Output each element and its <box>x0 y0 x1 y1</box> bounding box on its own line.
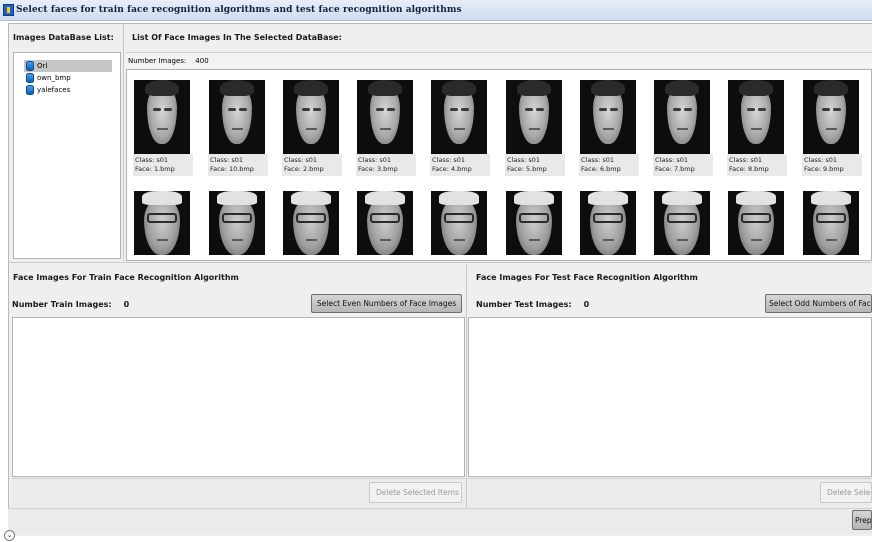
database-icon <box>26 85 34 95</box>
train-images-list[interactable] <box>12 317 465 477</box>
face-tile[interactable] <box>798 184 862 260</box>
image-count-bar: Number Images: 400 <box>126 52 872 68</box>
face-caption: Class: s01 Face: 10.bmp <box>208 154 268 176</box>
test-count-row: Number Test Images: 0 <box>476 292 589 316</box>
face-thumbnail <box>506 191 562 255</box>
faces-list-header: List Of Face Images In The Selected Data… <box>132 32 342 42</box>
face-thumbnail <box>134 191 190 255</box>
test-footer <box>468 478 872 508</box>
face-thumbnail <box>728 191 784 255</box>
db-item-label: yalefaces <box>37 86 71 94</box>
face-thumbnail <box>209 191 265 255</box>
face-thumbnail <box>580 191 636 255</box>
prep-button[interactable]: Prep <box>852 510 872 530</box>
app-icon <box>3 4 14 16</box>
face-tile[interactable] <box>278 184 342 260</box>
window-title-bar: Select faces for train face recognition … <box>0 0 872 21</box>
face-thumbnail <box>283 80 339 154</box>
face-tile[interactable]: Class: s01 Face: 5.bmp <box>501 70 565 180</box>
face-caption: Class: s01 Face: 3.bmp <box>356 154 416 176</box>
face-tile[interactable]: Class: s01 Face: 2.bmp <box>278 70 342 180</box>
face-thumbnail <box>654 191 710 255</box>
face-tile[interactable] <box>575 184 639 260</box>
face-caption: Class: s01 Face: 2.bmp <box>282 154 342 176</box>
window-title: Select faces for train face recognition … <box>16 5 462 15</box>
database-icon <box>26 61 34 71</box>
db-item-label: own_bmp <box>37 74 71 82</box>
face-thumbnail <box>431 80 487 154</box>
face-caption: Class: s01 Face: 5.bmp <box>505 154 565 176</box>
face-tile[interactable]: Class: s01 Face: 9.bmp <box>798 70 862 180</box>
panel-divider <box>123 24 124 261</box>
section-divider <box>8 262 872 263</box>
face-thumbnail <box>728 80 784 154</box>
test-count-label: Number Test Images: <box>476 299 572 309</box>
face-tile[interactable]: Class: s01 Face: 8.bmp <box>723 70 787 180</box>
delete-train-selected-button[interactable]: Delete Selected Items <box>369 482 462 503</box>
db-list-header: Images DataBase List: <box>13 32 114 42</box>
face-tile[interactable] <box>723 184 787 260</box>
db-item-orl[interactable]: Orl <box>24 60 112 72</box>
face-tile[interactable]: Class: s01 Face: 7.bmp <box>649 70 713 180</box>
face-caption: Class: s01 Face: 9.bmp <box>802 154 862 176</box>
image-count-label: Number Images: <box>128 56 187 65</box>
face-caption: Class: s01 Face: 1.bmp <box>133 154 193 176</box>
face-thumbnail <box>580 80 636 154</box>
face-tile[interactable]: Class: s01 Face: 6.bmp <box>575 70 639 180</box>
face-tile[interactable] <box>649 184 713 260</box>
test-panel-title: Face Images For Test Face Recognition Al… <box>476 272 698 282</box>
face-caption: Class: s01 Face: 6.bmp <box>579 154 639 176</box>
face-thumbnail <box>357 191 413 255</box>
face-tile[interactable]: Class: s01 Face: 10.bmp <box>204 70 268 180</box>
train-count-row: Number Train Images: 0 <box>12 292 129 316</box>
face-thumbnail <box>654 80 710 154</box>
face-tile[interactable] <box>204 184 268 260</box>
face-thumbnail <box>506 80 562 154</box>
select-odd-button[interactable]: Select Odd Numbers of Fac <box>765 294 872 313</box>
face-thumbnail <box>134 80 190 154</box>
face-caption: Class: s01 Face: 4.bmp <box>430 154 490 176</box>
face-tile[interactable] <box>352 184 416 260</box>
face-caption: Class: s01 Face: 7.bmp <box>653 154 713 176</box>
face-thumbnail <box>431 191 487 255</box>
face-thumbnail <box>283 191 339 255</box>
bottom-toolbar <box>8 508 872 534</box>
db-list[interactable]: Orl own_bmp yalefaces <box>13 52 121 259</box>
face-thumbnail <box>209 80 265 154</box>
image-count-value: 400 <box>195 56 209 65</box>
face-gallery[interactable]: Class: s01 Face: 1.bmp Class: s01 Face: 10… <box>126 69 872 261</box>
face-thumbnail <box>357 80 413 154</box>
face-tile[interactable] <box>501 184 565 260</box>
face-caption: Class: s01 Face: 8.bmp <box>727 154 787 176</box>
select-even-button[interactable]: Select Even Numbers of Face Images <box>311 294 462 313</box>
test-images-list[interactable] <box>468 317 872 477</box>
train-count-value: 0 <box>123 299 130 309</box>
face-tile[interactable]: Class: s01 Face: 3.bmp <box>352 70 416 180</box>
chevron-down-icon[interactable]: ⌄ <box>4 530 15 541</box>
face-tile[interactable] <box>426 184 490 260</box>
train-count-label: Number Train Images: <box>12 299 112 309</box>
db-item-own-bmp[interactable]: own_bmp <box>24 72 112 84</box>
face-tile[interactable]: Class: s01 Face: 1.bmp <box>129 70 193 180</box>
delete-test-selected-button[interactable]: Delete Selec <box>820 482 872 503</box>
database-icon <box>26 73 34 83</box>
db-item-yalefaces[interactable]: yalefaces <box>24 84 112 96</box>
db-item-label: Orl <box>37 62 48 70</box>
face-thumbnail <box>803 191 859 255</box>
face-tile[interactable]: Class: s01 Face: 4.bmp <box>426 70 490 180</box>
test-count-value: 0 <box>583 299 590 309</box>
face-thumbnail <box>803 80 859 154</box>
train-panel-title: Face Images For Train Face Recognition A… <box>13 272 239 282</box>
panel-divider <box>466 265 467 508</box>
face-tile[interactable] <box>129 184 193 260</box>
